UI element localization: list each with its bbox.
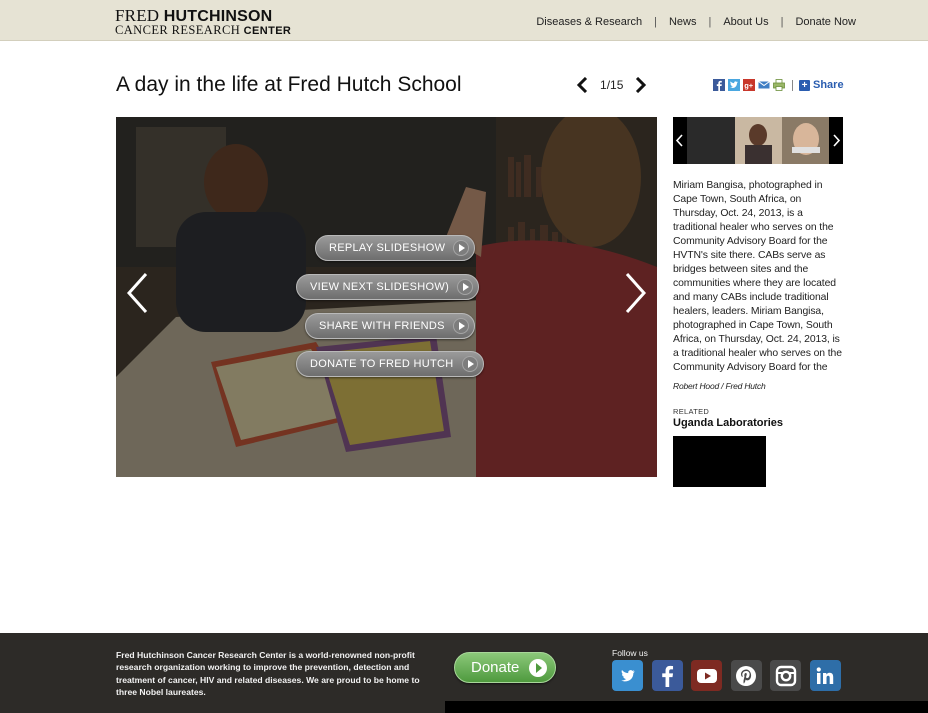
share-button[interactable]: + Share: [799, 79, 844, 91]
logo-line-2: CANCER RESEARCH CENTER: [115, 23, 292, 37]
related-label: RELATED: [673, 407, 710, 416]
follow-us-label: Follow us: [612, 648, 648, 658]
nav-separator: |: [780, 16, 784, 28]
instagram-icon[interactable]: [770, 660, 801, 691]
thumbnail-next-arrow-icon[interactable]: [829, 117, 843, 164]
nav-news[interactable]: News: [669, 16, 697, 28]
email-icon[interactable]: [758, 79, 770, 91]
site-logo[interactable]: FRED HUTCHINSON CANCER RESEARCH CENTER: [115, 7, 291, 37]
slideshow-stage[interactable]: REPLAY SLIDESHOW VIEW NEXT SLIDESHOW) SH…: [116, 117, 657, 477]
related-link-uganda-laboratories[interactable]: Uganda Laboratories: [673, 417, 783, 429]
prev-slide-arrow-icon[interactable]: [576, 77, 590, 93]
facebook-icon[interactable]: [713, 79, 725, 91]
slide-pager: 1/15: [576, 77, 647, 93]
footer-bottom-bar: [445, 701, 928, 713]
donate-to-fred-hutch-button[interactable]: DONATE TO FRED HUTCH: [296, 351, 484, 377]
twitter-icon[interactable]: [728, 79, 740, 91]
slide-next-arrow-icon[interactable]: [621, 271, 649, 315]
share-divider: [792, 79, 793, 91]
share-with-friends-button[interactable]: SHARE WITH FRIENDS: [305, 313, 475, 339]
next-slide-arrow-icon[interactable]: [633, 77, 647, 93]
play-icon: [457, 279, 474, 295]
thumbnail-2[interactable]: [735, 117, 782, 164]
slide-caption: Miriam Bangisa, photographed in Cape Tow…: [673, 180, 842, 373]
nav-donate-now[interactable]: Donate Now: [795, 16, 856, 28]
page-title: A day in the life at Fred Hutch School: [116, 73, 462, 96]
play-icon: [452, 318, 469, 334]
replay-slideshow-button[interactable]: REPLAY SLIDESHOW: [315, 235, 476, 261]
view-next-slideshow-button[interactable]: VIEW NEXT SLIDESHOW): [296, 274, 480, 300]
svg-text:g+: g+: [744, 81, 754, 90]
play-icon: [529, 658, 548, 677]
play-icon: [453, 240, 470, 256]
print-icon[interactable]: [773, 79, 785, 91]
top-nav: Diseases & Research | News | About Us | …: [536, 16, 856, 28]
slide-prev-arrow-icon[interactable]: [124, 271, 152, 315]
nav-separator: |: [708, 16, 712, 28]
slide-counter: 1/15: [600, 78, 624, 92]
play-icon: [461, 356, 478, 372]
footer-social-links: [612, 660, 849, 691]
google-plus-icon[interactable]: g+: [743, 79, 755, 91]
thumbnail-strip: [673, 117, 843, 164]
site-footer: Fred Hutchinson Cancer Research Center i…: [0, 633, 928, 713]
footer-about-text: Fred Hutchinson Cancer Research Center i…: [116, 650, 420, 697]
nav-about-us[interactable]: About Us: [723, 16, 768, 28]
social-share-bar: g+ + Share: [713, 79, 844, 91]
nav-diseases-research[interactable]: Diseases & Research: [536, 16, 642, 28]
nav-separator: |: [654, 16, 657, 28]
pinterest-icon[interactable]: [730, 660, 762, 691]
twitter-icon[interactable]: [612, 660, 643, 691]
related-thumbnail[interactable]: [673, 436, 766, 487]
footer-donate-button[interactable]: Donate: [454, 652, 556, 683]
facebook-icon[interactable]: [651, 660, 683, 691]
youtube-icon[interactable]: [691, 660, 722, 691]
thumbnail-prev-arrow-icon[interactable]: [673, 117, 687, 164]
thumbnail-3[interactable]: [782, 117, 829, 164]
thumbnail-1[interactable]: [687, 117, 735, 164]
linkedin-icon[interactable]: [809, 660, 841, 691]
photo-credit: Robert Hood / Fred Hutch: [673, 381, 766, 391]
site-header: FRED HUTCHINSON CANCER RESEARCH CENTER D…: [0, 0, 928, 41]
plus-icon: +: [799, 79, 810, 91]
